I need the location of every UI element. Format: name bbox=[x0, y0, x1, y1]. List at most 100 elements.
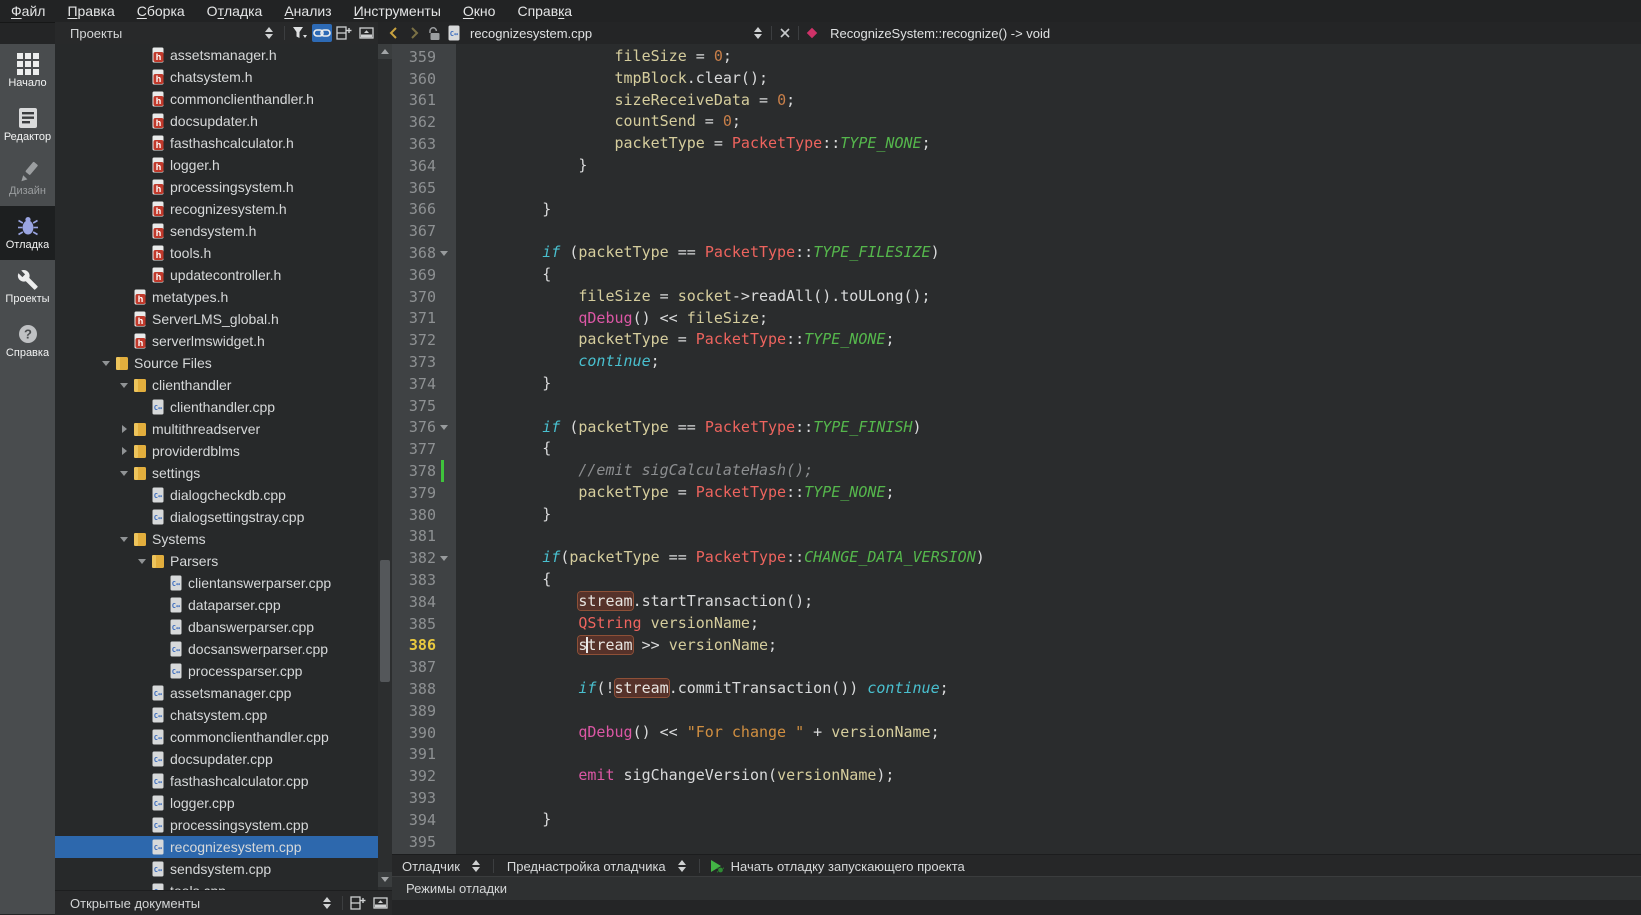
code-line[interactable]: qDebug() << fileSize; bbox=[470, 308, 1641, 330]
code-line[interactable] bbox=[470, 526, 1641, 548]
tree-item-fasthashcalculator.cpp[interactable]: C↔fasthashcalculator.cpp bbox=[55, 770, 378, 792]
code-line[interactable] bbox=[470, 700, 1641, 722]
menu-item-analyze[interactable]: Анализ bbox=[273, 0, 342, 22]
menu-item-file[interactable]: Файл bbox=[0, 0, 56, 22]
split-add-icon[interactable] bbox=[334, 24, 354, 42]
tree-item-systems[interactable]: Systems bbox=[55, 528, 378, 550]
tree-item-updatecontroller.h[interactable]: hupdatecontroller.h bbox=[55, 264, 378, 286]
tree-item-settings[interactable]: settings bbox=[55, 462, 378, 484]
tree-item-recognizesystem.cpp[interactable]: C↔recognizesystem.cpp bbox=[55, 836, 378, 858]
debugger-combo[interactable]: Отладчик bbox=[392, 857, 490, 875]
code-line[interactable]: QString versionName; bbox=[470, 613, 1641, 635]
tree-item-docsupdater.cpp[interactable]: C↔docsupdater.cpp bbox=[55, 748, 378, 770]
code-line[interactable]: stream >> versionName; bbox=[470, 635, 1641, 657]
sort-arrows-icon[interactable] bbox=[317, 894, 337, 912]
code-line[interactable]: packetType = PacketType::TYPE_NONE; bbox=[470, 133, 1641, 155]
mode-editor[interactable]: Редактор bbox=[0, 98, 55, 152]
back-arrow-icon[interactable] bbox=[384, 24, 404, 42]
code-line[interactable]: packetType = PacketType::TYPE_NONE; bbox=[470, 482, 1641, 504]
tree-item-clientanswerparser.cpp[interactable]: C↔clientanswerparser.cpp bbox=[55, 572, 378, 594]
filter-icon[interactable] bbox=[290, 24, 310, 42]
mode-welcome[interactable]: Начало bbox=[0, 44, 55, 98]
tree-item-dialogsettingstray.cpp[interactable]: C↔dialogsettingstray.cpp bbox=[55, 506, 378, 528]
sort-arrows-icon[interactable] bbox=[672, 857, 692, 875]
tree-item-sendsystem.h[interactable]: hsendsystem.h bbox=[55, 220, 378, 242]
tree-item-tools.h[interactable]: htools.h bbox=[55, 242, 378, 264]
project-panel-title[interactable]: Проекты bbox=[55, 26, 259, 41]
sort-arrows-icon[interactable] bbox=[466, 857, 486, 875]
tree-item-parsers[interactable]: Parsers bbox=[55, 550, 378, 572]
collapsed-arrow-icon[interactable] bbox=[122, 425, 127, 433]
code-line[interactable]: if(!stream.commitTransaction()) continue… bbox=[470, 678, 1641, 700]
collapsed-arrow-icon[interactable] bbox=[122, 447, 127, 455]
tree-item-chatsystem.cpp[interactable]: C↔chatsystem.cpp bbox=[55, 704, 378, 726]
code-line[interactable]: } bbox=[470, 809, 1641, 831]
tree-item-processingsystem.h[interactable]: hprocessingsystem.h bbox=[55, 176, 378, 198]
code-line[interactable] bbox=[470, 744, 1641, 766]
mode-help[interactable]: ?Справка bbox=[0, 314, 55, 368]
code-line[interactable]: fileSize = socket->readAll().toULong(); bbox=[470, 286, 1641, 308]
code-line[interactable]: tmpBlock.clear(); bbox=[470, 68, 1641, 90]
tree-item-metatypes.h[interactable]: hmetatypes.h bbox=[55, 286, 378, 308]
tree-item-clienthandler.cpp[interactable]: C↔clienthandler.cpp bbox=[55, 396, 378, 418]
code-line[interactable]: } bbox=[470, 373, 1641, 395]
code-line[interactable] bbox=[470, 831, 1641, 853]
tree-item-docsanswerparser.cpp[interactable]: C↔docsanswerparser.cpp bbox=[55, 638, 378, 660]
unlocked-padlock-icon[interactable] bbox=[424, 24, 444, 42]
tree-item-recognizesystem.h[interactable]: hrecognizesystem.h bbox=[55, 198, 378, 220]
expanded-arrow-icon[interactable] bbox=[120, 537, 128, 542]
code-line[interactable] bbox=[470, 787, 1641, 809]
expanded-arrow-icon[interactable] bbox=[138, 559, 146, 564]
menu-item-debug[interactable]: Отладка bbox=[196, 0, 274, 22]
code-line[interactable]: } bbox=[470, 504, 1641, 526]
tree-item-multithreadserver[interactable]: multithreadserver bbox=[55, 418, 378, 440]
code-line[interactable] bbox=[470, 177, 1641, 199]
tree-item-processparser.cpp[interactable]: C↔processparser.cpp bbox=[55, 660, 378, 682]
link-icon[interactable] bbox=[312, 24, 332, 42]
fold-marker-icon[interactable] bbox=[440, 425, 448, 430]
code-line[interactable]: { bbox=[470, 569, 1641, 591]
code-line[interactable]: { bbox=[470, 438, 1641, 460]
split-add-icon[interactable] bbox=[348, 894, 368, 912]
tree-scrollbar[interactable] bbox=[378, 44, 392, 890]
code-line[interactable]: emit sigChangeVersion(versionName); bbox=[470, 765, 1641, 787]
debugger-preset-combo[interactable]: Преднастройка отладчика bbox=[497, 857, 696, 875]
code-editor[interactable]: 3593603613623633643653663673683693703713… bbox=[392, 44, 1641, 854]
code-line[interactable] bbox=[470, 220, 1641, 242]
tree-item-serverlms_global.h[interactable]: hServerLMS_global.h bbox=[55, 308, 378, 330]
code-line[interactable]: stream.startTransaction(); bbox=[470, 591, 1641, 613]
tree-item-fasthashcalculator.h[interactable]: hfasthashcalculator.h bbox=[55, 132, 378, 154]
tree-item-docsupdater.h[interactable]: hdocsupdater.h bbox=[55, 110, 378, 132]
code-line[interactable]: continue; bbox=[470, 351, 1641, 373]
fold-marker-icon[interactable] bbox=[440, 556, 448, 561]
code-line[interactable]: countSend = 0; bbox=[470, 111, 1641, 133]
code-line[interactable]: sizeReceiveData = 0; bbox=[470, 90, 1641, 112]
menu-item-tools[interactable]: Инструменты bbox=[343, 0, 452, 22]
tree-item-dbanswerparser.cpp[interactable]: C↔dbanswerparser.cpp bbox=[55, 616, 378, 638]
code-line[interactable]: { bbox=[470, 264, 1641, 286]
forward-arrow-icon[interactable] bbox=[404, 24, 424, 42]
menu-item-window[interactable]: Окно bbox=[452, 0, 507, 22]
code-line[interactable] bbox=[470, 656, 1641, 678]
tree-item-serverlmswidget.h[interactable]: hserverlmswidget.h bbox=[55, 330, 378, 352]
code-area[interactable]: fileSize = 0; tmpBlock.clear(); sizeRece… bbox=[456, 44, 1641, 854]
code-line[interactable]: //emit sigCalculateHash(); bbox=[470, 460, 1641, 482]
code-line[interactable]: qDebug() << "For change " + versionName; bbox=[470, 722, 1641, 744]
tree-item-chatsystem.h[interactable]: hchatsystem.h bbox=[55, 66, 378, 88]
expanded-arrow-icon[interactable] bbox=[120, 383, 128, 388]
menu-item-help[interactable]: Справка bbox=[506, 0, 583, 22]
sort-arrows-icon[interactable] bbox=[259, 24, 279, 42]
scroll-up-icon[interactable] bbox=[378, 44, 392, 59]
tree-item-clienthandler[interactable]: clienthandler bbox=[55, 374, 378, 396]
code-line[interactable]: } bbox=[470, 155, 1641, 177]
code-line[interactable]: fileSize = 0; bbox=[470, 46, 1641, 68]
code-line[interactable]: if (packetType == PacketType::TYPE_FILES… bbox=[470, 242, 1641, 264]
open-documents-title[interactable]: Открытые документы bbox=[55, 896, 317, 911]
tree-item-tools.cpp[interactable]: C↔tools.cpp bbox=[55, 880, 378, 890]
tree-item-assetsmanager.cpp[interactable]: C↔assetsmanager.cpp bbox=[55, 682, 378, 704]
mode-debug[interactable]: Отладка bbox=[0, 206, 55, 260]
tree-item-commonclienthandler.h[interactable]: hcommonclienthandler.h bbox=[55, 88, 378, 110]
expanded-arrow-icon[interactable] bbox=[120, 471, 128, 476]
tree-item-sendsystem.cpp[interactable]: C↔sendsystem.cpp bbox=[55, 858, 378, 880]
code-line[interactable]: if (packetType == PacketType::TYPE_FINIS… bbox=[470, 417, 1641, 439]
